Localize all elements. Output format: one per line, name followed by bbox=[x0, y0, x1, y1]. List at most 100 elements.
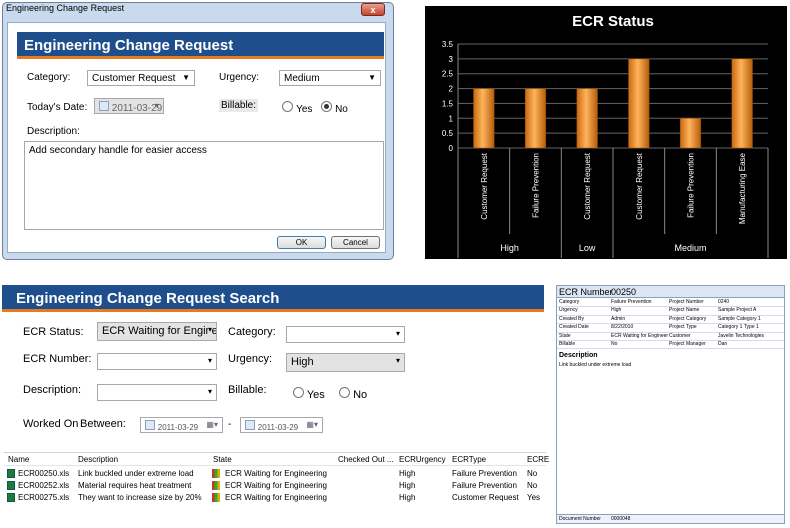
date-to-picker[interactable]: 2011-03-29 ▦▾ bbox=[240, 417, 323, 433]
report-field-value: Admin bbox=[611, 315, 626, 322]
report-fields-grid: Category Failure Prevention Project Number… bbox=[557, 298, 784, 350]
y-tick-label: 2.5 bbox=[442, 70, 454, 79]
search-billable-no-label: No bbox=[353, 389, 368, 401]
dialog-close-button[interactable]: x bbox=[361, 3, 385, 16]
ecr-status-label: ECR Status: bbox=[23, 326, 84, 338]
row-name: ECR00250.xls bbox=[18, 469, 70, 478]
report-field-value: ECR Waiting for Engineer bbox=[611, 332, 669, 339]
report-field-value: Sample Category 1 bbox=[718, 315, 761, 322]
column-header-ecre[interactable]: ECRE bbox=[527, 455, 549, 464]
chevron-down-icon: ▼ bbox=[182, 73, 190, 82]
calendar-icon: ▦▾ bbox=[206, 420, 218, 429]
todays-date-label: Today's Date: bbox=[27, 102, 88, 113]
date-from-value: 2011-03-29 bbox=[157, 423, 199, 432]
report-field-value: High bbox=[611, 307, 622, 314]
urgency-label: Urgency: bbox=[219, 72, 260, 83]
billable-no-radio[interactable]: No bbox=[321, 101, 348, 115]
chevron-down-icon: ▾ bbox=[207, 325, 212, 334]
row-state: ECR Waiting for Engineering bbox=[225, 493, 327, 502]
description-label: Description: bbox=[27, 126, 80, 137]
chevron-down-icon: ▾ bbox=[154, 101, 159, 110]
chart-title: ECR Status bbox=[572, 13, 654, 30]
report-field-label: Created By bbox=[559, 315, 585, 322]
search-description-label: Description: bbox=[23, 384, 82, 396]
category-label: Category: bbox=[27, 72, 71, 83]
chevron-down-icon: ▾ bbox=[207, 387, 212, 396]
y-tick-label: 0.5 bbox=[442, 129, 454, 138]
x-tick-label: Manufacturing Ease bbox=[738, 152, 747, 224]
search-billable-no-radio[interactable]: No bbox=[339, 387, 367, 401]
radio-selected-icon bbox=[321, 101, 332, 112]
radio-icon bbox=[293, 387, 304, 398]
report-field-value: Javelin Technologies bbox=[718, 332, 765, 339]
chevron-down-icon: ▾ bbox=[395, 329, 400, 338]
report-field-label: Project Number bbox=[669, 299, 704, 305]
billable-yes-radio[interactable]: Yes bbox=[282, 101, 312, 115]
column-header-ecr-urgency[interactable]: ECRUrgency bbox=[399, 455, 446, 464]
row-type: Failure Prevention bbox=[452, 481, 517, 490]
ecr-number-dropdown[interactable]: ▾ bbox=[97, 353, 217, 370]
ok-button[interactable]: OK bbox=[277, 236, 326, 249]
row-ecre: Yes bbox=[527, 493, 541, 502]
column-header-ecr-type[interactable]: ECRType bbox=[452, 455, 486, 464]
report-field-label: Billable bbox=[559, 341, 576, 347]
ecr-status-dropdown[interactable]: ECR Waiting for Engine ▾ bbox=[97, 322, 217, 341]
urgency-dropdown[interactable]: Medium ▼ bbox=[279, 70, 381, 86]
search-billable-label: Billable: bbox=[228, 384, 267, 396]
excel-file-icon bbox=[7, 469, 15, 478]
report-field-label: Urgency bbox=[559, 307, 578, 314]
row-ecre: No bbox=[527, 481, 538, 490]
x-tick-label: Customer Request bbox=[480, 152, 489, 219]
column-header-name[interactable]: Name bbox=[8, 455, 29, 464]
column-header-state[interactable]: State bbox=[213, 455, 232, 464]
row-description: They want to increase size by 20% bbox=[78, 493, 202, 502]
report-number-label: ECR Number bbox=[559, 287, 613, 297]
chevron-down-icon: ▾ bbox=[207, 356, 212, 365]
search-category-dropdown[interactable]: ▾ bbox=[286, 326, 405, 343]
report-doc-label: Document Number bbox=[559, 516, 601, 522]
x-tick-label: Failure Prevention bbox=[687, 153, 696, 218]
workflow-state-icon bbox=[212, 469, 220, 478]
description-textarea[interactable]: Add secondary handle for easier access bbox=[24, 141, 384, 230]
bar bbox=[628, 58, 650, 149]
report-field-label: Created Date bbox=[559, 324, 589, 331]
urgency-value: Medium bbox=[284, 73, 320, 84]
row-urgency: High bbox=[399, 493, 416, 502]
date-from-picker[interactable]: 2011-03-29 ▦▾ bbox=[140, 417, 223, 433]
category-value: Customer Request bbox=[92, 73, 176, 84]
report-field-value: No bbox=[611, 341, 618, 347]
date-range-separator: - bbox=[228, 419, 232, 430]
search-category-label: Category: bbox=[228, 326, 276, 338]
billable-label: Billable: bbox=[219, 99, 259, 112]
search-urgency-dropdown[interactable]: High ▾ bbox=[286, 353, 405, 372]
y-tick-label: 0 bbox=[449, 144, 454, 153]
y-tick-label: 1 bbox=[449, 114, 454, 123]
row-type: Failure Prevention bbox=[452, 469, 517, 478]
report-doc-value: 0000048 bbox=[611, 516, 631, 522]
chart-canvas: ECR Status 0 0.5 1 1.5 2 2.5 3 3.5 Customer Reque… bbox=[442, 13, 769, 258]
search-description-dropdown[interactable]: ▾ bbox=[97, 384, 217, 401]
dialog-header: Engineering Change Request bbox=[17, 32, 384, 59]
row-urgency: High bbox=[399, 469, 416, 478]
search-billable-yes-radio[interactable]: Yes bbox=[293, 387, 325, 401]
column-header-checked-out[interactable]: Checked Out ... bbox=[338, 455, 394, 464]
row-description: Link buckled under extreme load bbox=[78, 469, 194, 478]
y-tick-label: 2 bbox=[449, 85, 454, 94]
radio-icon bbox=[339, 387, 350, 398]
category-dropdown[interactable]: Customer Request ▼ bbox=[87, 70, 195, 86]
radio-icon bbox=[282, 101, 293, 112]
report-field-label: Project Manager bbox=[669, 341, 706, 347]
between-label: Between: bbox=[80, 418, 126, 430]
todays-date-picker[interactable]: 2011-03-29 ▾ bbox=[94, 98, 164, 114]
search-urgency-label: Urgency: bbox=[228, 353, 273, 365]
report-field-label: State bbox=[559, 332, 571, 339]
cancel-button[interactable]: Cancel bbox=[331, 236, 380, 249]
group-label: Low bbox=[579, 243, 596, 253]
search-urgency-value: High bbox=[291, 356, 314, 368]
row-state: ECR Waiting for Engineering bbox=[225, 469, 327, 478]
dialog-window-title: Engineering Change Request bbox=[6, 3, 125, 13]
column-header-description[interactable]: Description bbox=[78, 455, 118, 464]
y-tick-label: 1.5 bbox=[442, 99, 454, 108]
ecr-status-value: ECR Waiting for Engine bbox=[102, 325, 217, 337]
report-field-label: Project Type bbox=[669, 324, 697, 331]
